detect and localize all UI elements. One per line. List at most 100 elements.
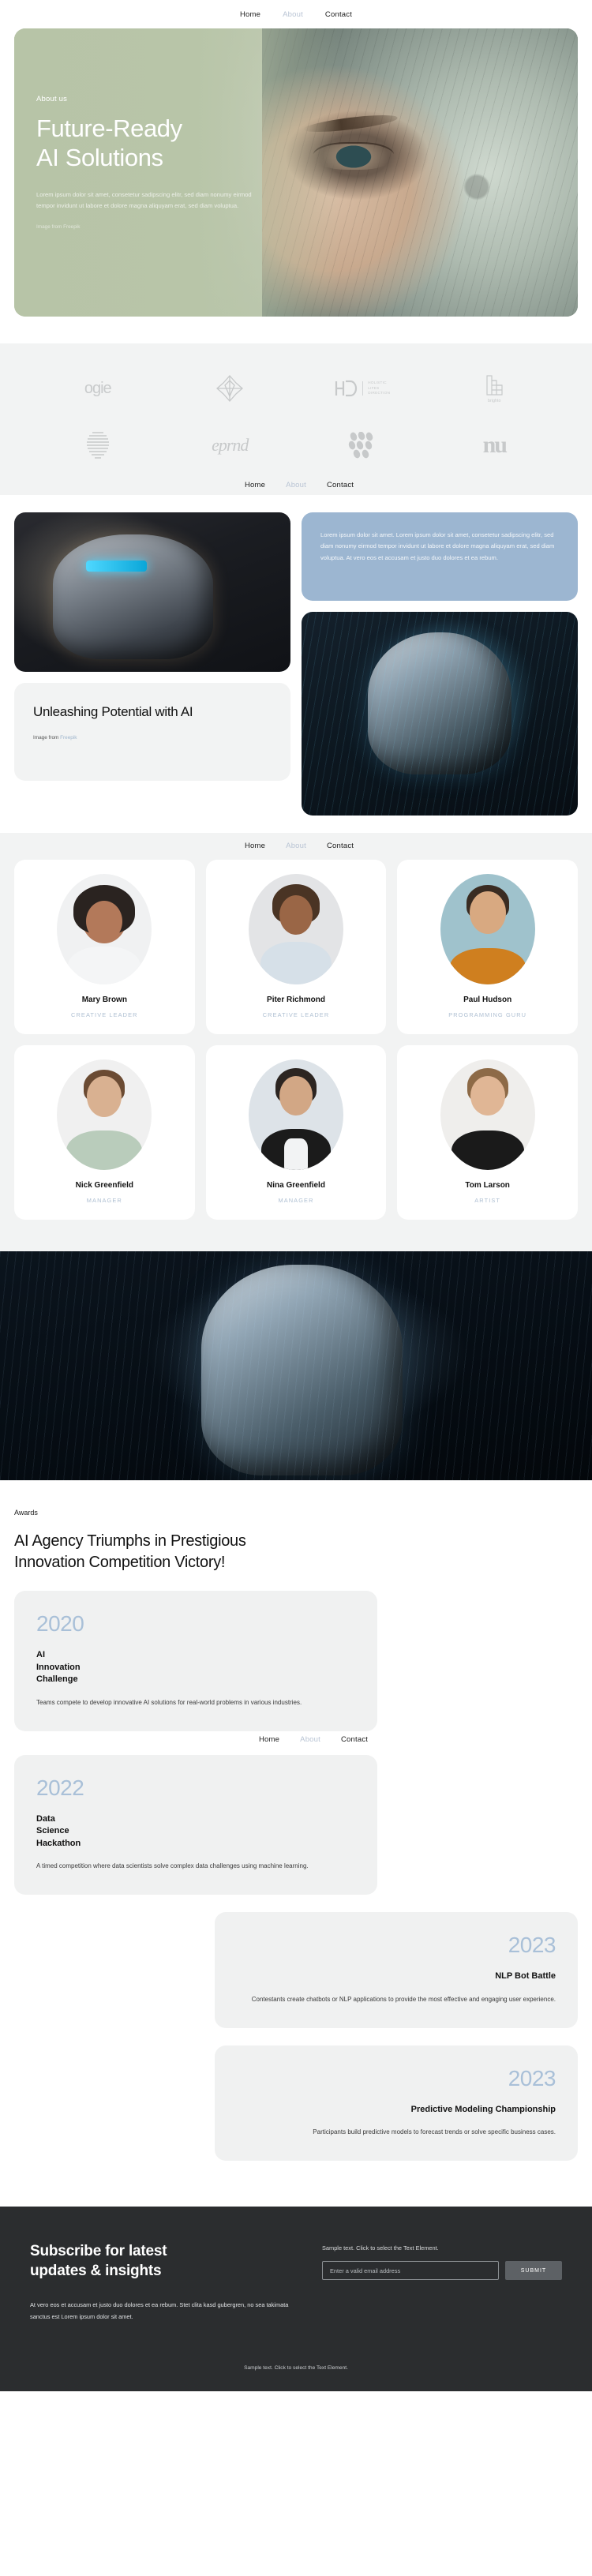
showcase-image-robot-left [14, 512, 290, 672]
team-member-card[interactable]: Nick Greenfield MANAGER [14, 1045, 195, 1220]
showcase-card-title: Unleashing Potential with AI [33, 704, 193, 719]
award-card-2023-nlp: 2023 NLP Bot Battle Contestants create c… [215, 1912, 578, 2028]
logo-brighto: brighto [429, 370, 561, 407]
award-year: 2023 [508, 1933, 556, 1958]
showcase-text-card: Unleashing Potential with AI Image from … [14, 683, 290, 781]
subscribe-form: SUBMIT [322, 2261, 562, 2281]
logo-brighto-label: brighto [488, 398, 501, 403]
nav-item-home[interactable]: Home [245, 481, 265, 489]
top-navigation: Home About Contact [0, 0, 592, 28]
award-card-2022: 2022 Data Science Hackathon A timed comp… [14, 1754, 377, 1895]
flower-mark-icon [164, 370, 297, 407]
team-member-role: ARTIST [474, 1197, 501, 1204]
nav-item-about[interactable]: About [286, 481, 306, 489]
email-field[interactable] [322, 2261, 499, 2281]
avatar [57, 1059, 152, 1170]
team-member-name: Nick Greenfield [75, 1181, 133, 1190]
striped-oval-icon [32, 427, 164, 463]
submit-button[interactable]: SUBMIT [505, 2261, 562, 2281]
nav-item-contact[interactable]: Contact [325, 10, 352, 19]
footer-title: Subscribe for latest updates & insights [30, 2243, 167, 2280]
nav-item-home[interactable]: Home [240, 10, 260, 19]
avatar [248, 874, 343, 984]
footer-section: Subscribe for latest updates & insights … [0, 2207, 592, 2392]
nav-item-contact[interactable]: Contact [327, 842, 354, 850]
hero-section: About us Future-Ready AI Solutions Lorem… [0, 28, 592, 317]
dots-cluster-icon [296, 427, 429, 463]
logo-row-1: ogie HOLISTIC LIFES DIRECTION brighto [32, 370, 560, 407]
page-root: Home About Contact About us Future-Ready… [0, 0, 592, 2392]
showcase-blue-text: Lorem ipsum dolor sit amet. Lorem ipsum … [320, 531, 555, 561]
logo-nu-label: nu [482, 432, 508, 458]
floating-navigation-3: Home About Contact [259, 1736, 368, 1744]
footer-bottom-note: Sample text. Click to select the Text El… [244, 2365, 348, 2372]
logo-eprnd: eprnd [164, 427, 297, 463]
award-description: Teams compete to develop innovative AI s… [36, 1698, 302, 1706]
team-member-name: Piter Richmond [267, 996, 325, 1004]
logo-ogie-label: ogie [84, 379, 112, 397]
team-member-name: Nina Greenfield [267, 1181, 325, 1190]
award-name: Predictive Modeling Championship [410, 2104, 556, 2114]
showcase-card-credit: Image from Freepik [33, 735, 272, 741]
freepik-link[interactable]: Freepik [60, 735, 77, 741]
awards-title: AI Agency Triumphs in Prestigious Innova… [14, 1532, 246, 1571]
award-description: A timed competition where data scientist… [36, 1862, 309, 1870]
awards-section: Awards AI Agency Triumphs in Prestigious… [0, 1480, 592, 2183]
footer-note: Sample text. Click to select the Text El… [322, 2244, 439, 2252]
award-card-2020: 2020 AI Innovation Challenge Teams compe… [14, 1591, 377, 1731]
avatar [248, 1059, 343, 1170]
nav-item-about[interactable]: About [286, 842, 306, 850]
team-member-role: CREATIVE LEADER [262, 1011, 330, 1018]
team-section: Home About Contact Mary Brown CREATIVE L… [0, 833, 592, 1251]
logo-ogie: ogie [32, 370, 164, 407]
award-description: Participants build predictive models to … [313, 2128, 556, 2136]
nav-item-home[interactable]: Home [245, 842, 265, 850]
avatar [440, 874, 535, 984]
team-member-name: Mary Brown [81, 996, 127, 1004]
client-logos-section: ogie HOLISTIC LIFES DIRECTION brighto ep… [0, 343, 592, 495]
award-year: 2023 [508, 2065, 556, 2090]
award-name: Data Science Hackathon [36, 1813, 81, 1848]
team-member-role: MANAGER [86, 1197, 122, 1204]
nav-item-contact[interactable]: Contact [341, 1736, 368, 1744]
nav-item-contact[interactable]: Contact [327, 481, 354, 489]
awards-eyebrow: Awards [14, 1509, 38, 1517]
award-name: AI Innovation Challenge [36, 1650, 81, 1685]
team-member-role: PROGRAMMING GURU [448, 1011, 527, 1018]
logo-hd-line1: HOLISTIC [368, 380, 387, 384]
award-year: 2020 [36, 1611, 84, 1636]
logo-nu: nu [429, 427, 561, 463]
avatar [57, 874, 152, 984]
team-member-name: Tom Larson [465, 1181, 510, 1190]
logo-hd-line2: LIFES [368, 385, 380, 390]
full-width-robot-banner-image [0, 1251, 592, 1480]
award-card-2023-predictive: 2023 Predictive Modeling Championship Pa… [215, 2045, 578, 2162]
team-member-card[interactable]: Mary Brown CREATIVE LEADER [14, 860, 195, 1034]
floating-navigation-1: Home About Contact [245, 481, 354, 489]
footer-body-text: At vero eos et accusam et justo duo dolo… [30, 2301, 289, 2320]
team-member-card[interactable]: Nina Greenfield MANAGER [205, 1045, 387, 1220]
logo-hd-holistic: HOLISTIC LIFES DIRECTION [296, 370, 429, 407]
avatar [440, 1059, 535, 1170]
team-member-name: Paul Hudson [463, 996, 512, 1004]
showcase-section: Unleashing Potential with AI Image from … [0, 495, 592, 816]
team-member-card[interactable]: Paul Hudson PROGRAMMING GURU [397, 860, 578, 1034]
team-grid: Mary Brown CREATIVE LEADER Piter Richmon… [14, 860, 578, 1220]
hero-body-text: Lorem ipsum dolor sit amet, consetetur s… [36, 191, 252, 210]
hero-image-credit: Image from Freepik [36, 224, 81, 231]
award-description: Contestants create chatbots or NLP appli… [251, 1995, 556, 2003]
nav-item-about[interactable]: About [283, 10, 303, 19]
showcase-image-robot-right [302, 612, 578, 816]
floating-navigation-2: Home About Contact [245, 842, 354, 850]
nav-item-about[interactable]: About [300, 1736, 320, 1744]
hero-title: Future-Ready AI Solutions [36, 114, 182, 171]
credit-prefix: Image from [33, 734, 61, 741]
logo-hd-line3: DIRECTION [368, 391, 391, 396]
team-member-role: MANAGER [278, 1197, 314, 1204]
nav-item-home[interactable]: Home [259, 1736, 279, 1744]
hero-banner: About us Future-Ready AI Solutions Lorem… [14, 28, 578, 317]
team-member-card[interactable]: Piter Richmond CREATIVE LEADER [205, 860, 387, 1034]
team-member-card[interactable]: Tom Larson ARTIST [397, 1045, 578, 1220]
team-member-role: CREATIVE LEADER [71, 1011, 138, 1018]
award-year: 2022 [36, 1775, 84, 1800]
